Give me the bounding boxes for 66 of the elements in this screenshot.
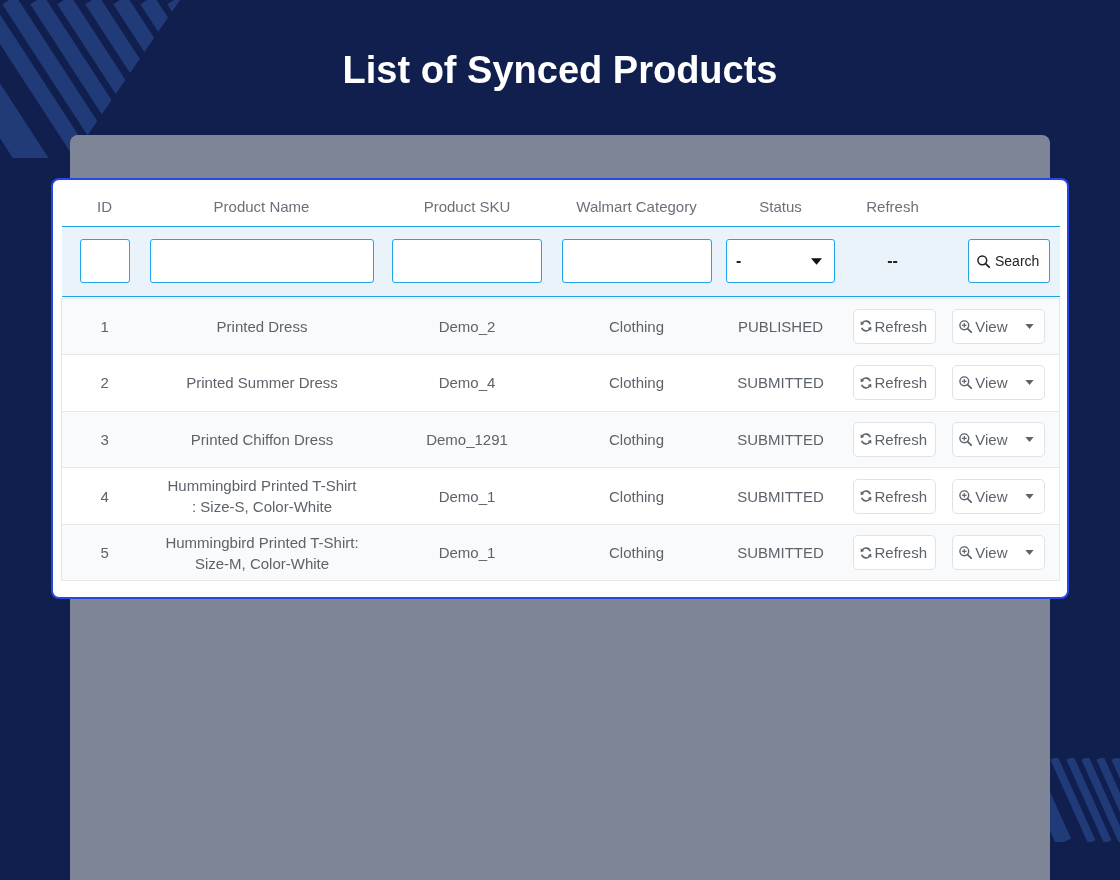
zoom-in-icon	[959, 376, 973, 390]
filter-input[interactable]	[392, 239, 542, 283]
refresh-icon	[859, 546, 872, 559]
page-title: List of Synced Products	[342, 48, 778, 93]
refresh-button[interactable]: Refresh	[852, 478, 936, 514]
zoom-in-icon	[959, 319, 973, 333]
status-select[interactable]: -	[726, 239, 835, 283]
filter-input[interactable]	[149, 239, 374, 283]
refresh-button[interactable]: Refresh	[852, 422, 936, 457]
table-cell: PUBLISHED	[714, 298, 847, 355]
caret-icon	[811, 257, 822, 265]
caret-icon	[1025, 323, 1035, 329]
caret-icon	[1025, 380, 1035, 386]
view-dropdown-button[interactable]: View	[952, 478, 1046, 514]
zoom-in-icon	[959, 433, 973, 446]
table-cell: Clothing	[558, 354, 715, 412]
table-cell: Clothing	[558, 467, 715, 525]
column-header: Walmart Category	[558, 188, 715, 226]
table-cell: SUBMITTED	[714, 524, 847, 581]
table-cell: Clothing	[558, 524, 715, 581]
refresh-icon	[859, 490, 872, 503]
refresh-button[interactable]: Refresh	[852, 308, 936, 344]
column-header: ID	[61, 188, 148, 226]
table-cell: Clothing	[558, 411, 715, 468]
table-cell: 1	[61, 298, 148, 355]
refresh-icon	[859, 320, 872, 333]
table-cell: SUBMITTED	[714, 467, 847, 525]
column-header: Product SKU	[375, 188, 559, 226]
table-cell: Printed Chiffon Dress	[147, 411, 376, 468]
table-cell: 3	[61, 411, 148, 468]
refresh-button[interactable]: Refresh	[852, 535, 936, 571]
table-cell: Hummingbird Printed T-Shirt: Size-M, Color-White	[147, 524, 376, 581]
search-icon	[977, 254, 990, 268]
filter-input[interactable]	[79, 239, 130, 283]
caret-icon	[1025, 437, 1035, 442]
table-cell: SUBMITTED	[714, 354, 847, 412]
table-cell: Printed Dress	[147, 298, 376, 355]
filter-input[interactable]	[561, 239, 712, 283]
column-header: Product Name	[147, 188, 376, 226]
search-button[interactable]: Search	[968, 239, 1050, 283]
view-dropdown-button[interactable]: View	[952, 535, 1046, 571]
table-cell: SUBMITTED	[714, 411, 847, 468]
zoom-in-icon	[959, 489, 973, 503]
refresh-icon	[859, 433, 872, 446]
view-dropdown-button[interactable]: View	[952, 308, 1046, 344]
table-cell: Demo_1	[375, 467, 559, 525]
table-cell: Demo_2	[375, 298, 559, 355]
table-cell: Demo_1291	[375, 411, 559, 468]
table-cell: 5	[61, 524, 148, 581]
caret-icon	[1025, 550, 1035, 556]
view-dropdown-button[interactable]: View	[952, 422, 1046, 457]
view-dropdown-button[interactable]: View	[952, 365, 1046, 401]
table-cell: Printed Summer Dress	[147, 354, 376, 412]
refresh-icon	[859, 376, 872, 389]
column-header: Status	[714, 188, 847, 226]
table-cell: Hummingbird Printed T-Shirt : Size-S, Color-White	[147, 467, 376, 525]
refresh-button[interactable]: Refresh	[852, 365, 936, 401]
zoom-in-icon	[959, 546, 973, 560]
refresh-filter-text: --	[887, 252, 898, 269]
table-cell: 2	[61, 354, 148, 412]
caret-icon	[1025, 493, 1035, 499]
table-cell: 4	[61, 467, 148, 525]
column-header: Refresh	[846, 188, 939, 226]
table-cell: Demo_1	[375, 524, 559, 581]
table-cell: Clothing	[558, 298, 715, 355]
table-cell: Demo_4	[375, 354, 559, 412]
